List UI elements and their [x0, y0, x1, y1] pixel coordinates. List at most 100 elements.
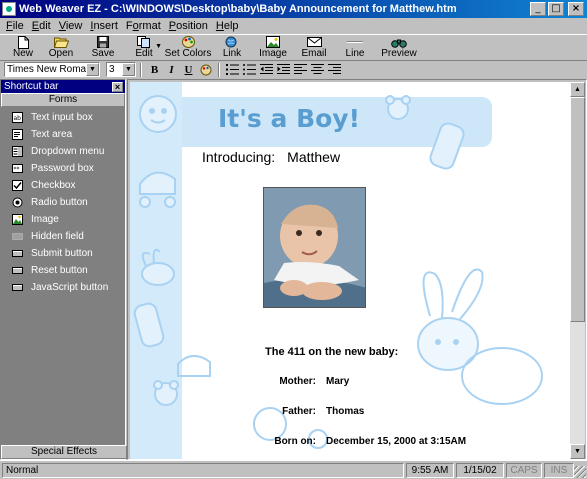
menu-position[interactable]: Position [165, 20, 212, 32]
font-family-value: Times New Roman [7, 64, 92, 75]
checkbox-icon [12, 180, 23, 191]
document-frame: It's a Boy! Introducing: Matthew The 411 … [127, 79, 587, 460]
image-button[interactable]: Image [252, 35, 294, 61]
align-right-icon [328, 64, 341, 74]
numbered-list-button[interactable] [224, 62, 241, 77]
arrow-down-icon: ▼ [574, 448, 581, 455]
font-family-select[interactable]: Times New Roman ▼ [4, 62, 100, 77]
resize-grip-icon[interactable] [574, 466, 586, 478]
shortcut-bar: Shortcut bar × Forms ab Text input box T… [0, 79, 127, 460]
stats-heading: The 411 on the new baby: [265, 346, 399, 358]
maximize-button[interactable]: □ [548, 2, 564, 16]
special-effects-category-button[interactable]: Special Effects [1, 445, 127, 459]
close-button[interactable]: × [568, 2, 584, 16]
menu-help[interactable]: Help [212, 20, 243, 32]
born-label-cell: Born on: [130, 436, 316, 448]
shortcut-item-dropdown-menu[interactable]: Dropdown menu [1, 143, 125, 160]
preview-button[interactable]: Preview [376, 35, 422, 61]
status-time: 9:55 AM [406, 462, 454, 478]
italic-button[interactable]: I [163, 62, 180, 77]
menu-bar: File Edit View Insert Format Position He… [0, 18, 587, 34]
father-label-cell: Father: [130, 406, 316, 418]
open-button[interactable]: Open [40, 35, 82, 61]
menu-format[interactable]: Format [122, 20, 165, 32]
shortcut-item-checkbox[interactable]: Checkbox [1, 177, 125, 194]
document-canvas[interactable]: It's a Boy! Introducing: Matthew The 411 … [130, 82, 572, 459]
picture-icon [265, 36, 281, 48]
link-button[interactable]: Link [212, 35, 252, 61]
palette-icon [180, 36, 196, 48]
menu-file[interactable]: File [2, 20, 28, 32]
save-button[interactable]: Save [82, 35, 124, 61]
bold-button[interactable]: B [146, 62, 163, 77]
underline-button[interactable]: U [180, 62, 197, 77]
font-size-select[interactable]: 3 ▼ [106, 62, 136, 77]
new-page-icon [15, 35, 31, 49]
indent-button[interactable] [275, 62, 292, 77]
submit-button-icon [12, 248, 23, 259]
scroll-down-button[interactable]: ▼ [570, 444, 585, 459]
shortcut-item-image[interactable]: Image [1, 211, 125, 228]
shortcut-item-submit-button[interactable]: Submit button [1, 245, 125, 262]
font-size-value: 3 [109, 64, 115, 75]
color-palette-icon [200, 64, 211, 75]
scroll-up-button[interactable]: ▲ [570, 82, 585, 97]
edit-dropdown-arrow-icon[interactable]: ▼ [155, 43, 162, 50]
align-left-button[interactable] [292, 62, 309, 77]
mother-value: Mary [326, 376, 350, 387]
edit-pages-icon [136, 36, 152, 48]
reset-button-icon [12, 265, 23, 276]
folder-icon [53, 36, 69, 48]
align-center-icon [311, 64, 324, 74]
title-bar: Web Weaver EZ - C:\WINDOWS\Desktop\baby\… [0, 0, 587, 18]
chevron-down-icon[interactable]: ▼ [86, 63, 99, 76]
baby-photo[interactable] [263, 187, 366, 308]
link-globe-icon [224, 36, 240, 48]
status-ins: INS [544, 462, 574, 478]
scrollbar-thumb[interactable] [570, 97, 585, 322]
shortcut-item-text-input-box[interactable]: ab Text input box [1, 109, 125, 126]
father-label: Father: [282, 406, 316, 417]
shortcut-bar-close-button[interactable]: × [112, 81, 123, 92]
mother-label: Mother: [279, 376, 316, 387]
svg-text:**: ** [14, 166, 20, 173]
shortcut-item-reset-button[interactable]: Reset button [1, 262, 125, 279]
line-button[interactable]: Line [334, 35, 376, 61]
status-mode: Normal [2, 462, 404, 478]
envelope-icon [306, 36, 322, 48]
bullet-list-button[interactable] [241, 62, 258, 77]
vertical-scrollbar[interactable]: ▲ ▼ [570, 82, 585, 459]
chevron-down-icon[interactable]: ▼ [122, 63, 135, 76]
menu-insert[interactable]: Insert [86, 20, 122, 32]
format-bar: Times New Roman ▼ 3 ▼ B I U [0, 60, 587, 78]
baby-name: Matthew [287, 149, 341, 165]
edit-button[interactable]: Edit ▼ [124, 35, 164, 61]
shortcut-item-hidden-field[interactable]: Hidden field [1, 228, 125, 245]
shortcut-item-radio-button[interactable]: Radio button [1, 194, 125, 211]
align-right-button[interactable] [326, 62, 343, 77]
new-button[interactable]: New [6, 35, 40, 61]
forms-category-button[interactable]: Forms [1, 93, 125, 107]
image-icon [12, 214, 23, 225]
minimize-button[interactable]: _ [530, 2, 546, 16]
email-button[interactable]: Email [294, 35, 334, 61]
baby-photo-image [264, 188, 365, 307]
password-box-icon: ** [12, 163, 23, 174]
shortcut-item-password-box[interactable]: ** Password box [1, 160, 125, 177]
menu-edit[interactable]: Edit [28, 20, 55, 32]
outdent-icon [260, 64, 273, 74]
font-color-button[interactable] [197, 62, 214, 77]
shortcut-item-javascript-button[interactable]: JavaScript button [1, 279, 125, 296]
father-value: Thomas [326, 406, 365, 417]
shortcut-item-text-area[interactable]: Text area [1, 126, 125, 143]
window-title: Web Weaver EZ - C:\WINDOWS\Desktop\baby\… [19, 3, 457, 15]
menu-view[interactable]: View [55, 20, 87, 32]
horizontal-line-icon [347, 36, 363, 48]
set-colors-button[interactable]: Set Colors [164, 35, 212, 61]
shortcut-bar-title: Shortcut bar [4, 81, 59, 92]
outdent-button[interactable] [258, 62, 275, 77]
javascript-button-icon [12, 282, 23, 293]
main-toolbar: New Open Save Edit ▼ Set Colors Link Ima… [0, 34, 587, 60]
align-center-button[interactable] [309, 62, 326, 77]
app-icon[interactable] [2, 2, 16, 16]
